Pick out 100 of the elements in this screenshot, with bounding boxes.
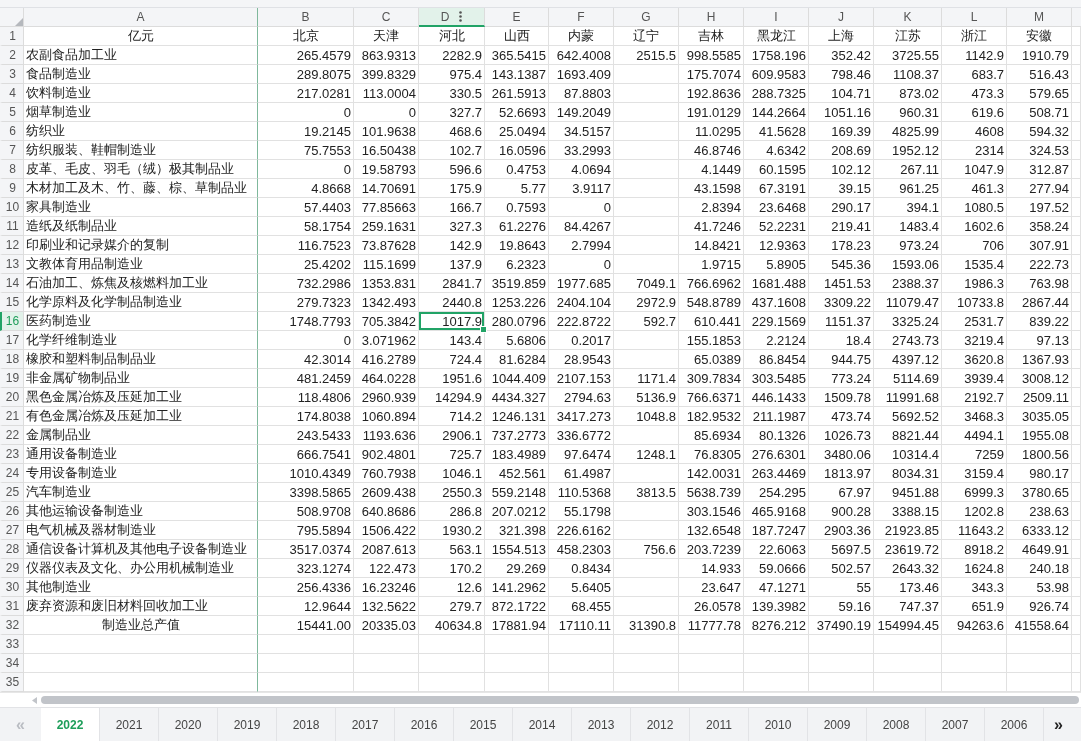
table-cell[interactable]: 1017.9 — [419, 312, 485, 331]
row-header[interactable]: 7 — [0, 141, 24, 160]
table-cell[interactable]: 20335.03 — [354, 616, 419, 635]
table-cell[interactable]: 137.9 — [419, 255, 485, 274]
table-cell[interactable]: 960.31 — [874, 103, 942, 122]
table-cell[interactable]: 1952.12 — [874, 141, 942, 160]
table-cell[interactable]: 15441.00 — [258, 616, 354, 635]
table-cell[interactable]: 276.6301 — [744, 445, 809, 464]
table-cell[interactable]: 902.4801 — [354, 445, 419, 464]
table-cell[interactable]: 31390.8 — [614, 616, 679, 635]
table-cell[interactable]: 37490.19 — [809, 616, 874, 635]
row-header[interactable]: 8 — [0, 160, 24, 179]
table-cell[interactable]: 3813.5 — [614, 483, 679, 502]
table-cell[interactable]: 11991.68 — [874, 388, 942, 407]
table-cell[interactable]: 12.9363 — [744, 236, 809, 255]
table-cell[interactable]: 纺织服装、鞋帽制造业 — [24, 141, 258, 160]
table-cell[interactable]: 33.2993 — [549, 141, 614, 160]
table-cell[interactable]: 1483.4 — [874, 217, 942, 236]
table-cell[interactable]: 279.7 — [419, 597, 485, 616]
table-cell[interactable]: 橡胶和塑料制品制品业 — [24, 350, 258, 369]
table-cell[interactable]: 169.39 — [809, 122, 874, 141]
table-cell[interactable]: 1253.226 — [485, 293, 549, 312]
table-cell[interactable]: 其他运输设备制造业 — [24, 502, 258, 521]
table-cell[interactable]: 619.6 — [942, 103, 1007, 122]
table-cell[interactable]: 263.4469 — [744, 464, 809, 483]
table-cell[interactable]: 2509.11 — [1007, 388, 1072, 407]
table-cell[interactable]: 3468.3 — [942, 407, 1007, 426]
table-cell[interactable]: 1246.131 — [485, 407, 549, 426]
table-cell[interactable]: 1010.4349 — [258, 464, 354, 483]
table-cell[interactable]: 7049.1 — [614, 274, 679, 293]
table-cell[interactable]: 1142.9 — [942, 46, 1007, 65]
table-cell[interactable]: 545.36 — [809, 255, 874, 274]
sheet-tab[interactable]: 2015 — [454, 708, 513, 741]
table-cell[interactable]: 4608 — [942, 122, 1007, 141]
table-cell[interactable]: 0 — [549, 255, 614, 274]
table-cell[interactable]: 4494.1 — [942, 426, 1007, 445]
table-cell[interactable]: 97.6474 — [549, 445, 614, 464]
table-cell[interactable]: 26.0578 — [679, 597, 744, 616]
column-header[interactable]: B — [258, 8, 354, 27]
table-cell[interactable] — [24, 635, 258, 654]
table-cell[interactable]: 18.4 — [809, 331, 874, 350]
table-cell[interactable]: 132.6548 — [679, 521, 744, 540]
table-cell[interactable]: 651.9 — [942, 597, 1007, 616]
table-cell[interactable]: 55 — [809, 578, 874, 597]
table-cell[interactable]: 天津 — [354, 27, 419, 46]
table-cell[interactable]: 3398.5865 — [258, 483, 354, 502]
table-cell[interactable]: 1202.8 — [942, 502, 1007, 521]
table-cell[interactable]: 798.46 — [809, 65, 874, 84]
table-cell[interactable]: 1044.409 — [485, 369, 549, 388]
table-cell[interactable]: 1951.6 — [419, 369, 485, 388]
table-cell[interactable]: 食品制造业 — [24, 65, 258, 84]
table-cell[interactable]: 河北 — [419, 27, 485, 46]
table-cell[interactable]: 2794.63 — [549, 388, 614, 407]
row-header[interactable]: 28 — [0, 540, 24, 559]
table-cell[interactable]: 763.98 — [1007, 274, 1072, 293]
table-cell[interactable]: 23619.72 — [874, 540, 942, 559]
table-cell[interactable]: 2867.44 — [1007, 293, 1072, 312]
table-cell[interactable]: 19.8643 — [485, 236, 549, 255]
table-cell[interactable]: 3417.273 — [549, 407, 614, 426]
table-cell[interactable]: 废弃资源和废旧材料回收加工业 — [24, 597, 258, 616]
row-header[interactable]: 17 — [0, 331, 24, 350]
table-cell[interactable]: 2192.7 — [942, 388, 1007, 407]
table-cell[interactable]: 42.3014 — [258, 350, 354, 369]
sheet-tab[interactable]: 2008 — [867, 708, 926, 741]
table-cell[interactable]: 327.7 — [419, 103, 485, 122]
table-cell[interactable]: 229.1569 — [744, 312, 809, 331]
table-cell[interactable]: 0 — [549, 198, 614, 217]
table-cell[interactable]: 11777.78 — [679, 616, 744, 635]
table-cell[interactable]: 3.071962 — [354, 331, 419, 350]
table-cell[interactable]: 61.2276 — [485, 217, 549, 236]
table-cell[interactable]: 2972.9 — [614, 293, 679, 312]
table-cell[interactable]: 医药制造业 — [24, 312, 258, 331]
table-cell[interactable]: 312.87 — [1007, 160, 1072, 179]
table-cell[interactable]: 25.4202 — [258, 255, 354, 274]
table-cell[interactable]: 446.1433 — [744, 388, 809, 407]
fill-handle[interactable] — [480, 326, 487, 333]
table-cell[interactable]: 559.2148 — [485, 483, 549, 502]
table-cell[interactable]: 1506.422 — [354, 521, 419, 540]
table-cell[interactable]: 113.0004 — [354, 84, 419, 103]
table-cell[interactable]: 155.1853 — [679, 331, 744, 350]
table-cell[interactable]: 725.7 — [419, 445, 485, 464]
table-cell[interactable]: 23.6468 — [744, 198, 809, 217]
table-cell[interactable]: 2087.613 — [354, 540, 419, 559]
table-cell[interactable]: 8821.44 — [874, 426, 942, 445]
table-cell[interactable]: 2282.9 — [419, 46, 485, 65]
table-cell[interactable]: 203.7239 — [679, 540, 744, 559]
table-cell[interactable]: 508.71 — [1007, 103, 1072, 122]
table-cell[interactable]: 683.7 — [942, 65, 1007, 84]
table-cell[interactable]: 3219.4 — [942, 331, 1007, 350]
table-cell[interactable]: 40634.8 — [419, 616, 485, 635]
table-cell[interactable]: 21923.85 — [874, 521, 942, 540]
table-cell[interactable]: 724.4 — [419, 350, 485, 369]
table-cell[interactable]: 1342.493 — [354, 293, 419, 312]
table-cell[interactable]: 944.75 — [809, 350, 874, 369]
row-header[interactable]: 30 — [0, 578, 24, 597]
table-cell[interactable]: 259.1631 — [354, 217, 419, 236]
sheet-tab[interactable]: 2017 — [336, 708, 395, 741]
table-cell[interactable]: 化学纤维制造业 — [24, 331, 258, 350]
table-cell[interactable]: 116.7523 — [258, 236, 354, 255]
table-cell[interactable]: 286.8 — [419, 502, 485, 521]
